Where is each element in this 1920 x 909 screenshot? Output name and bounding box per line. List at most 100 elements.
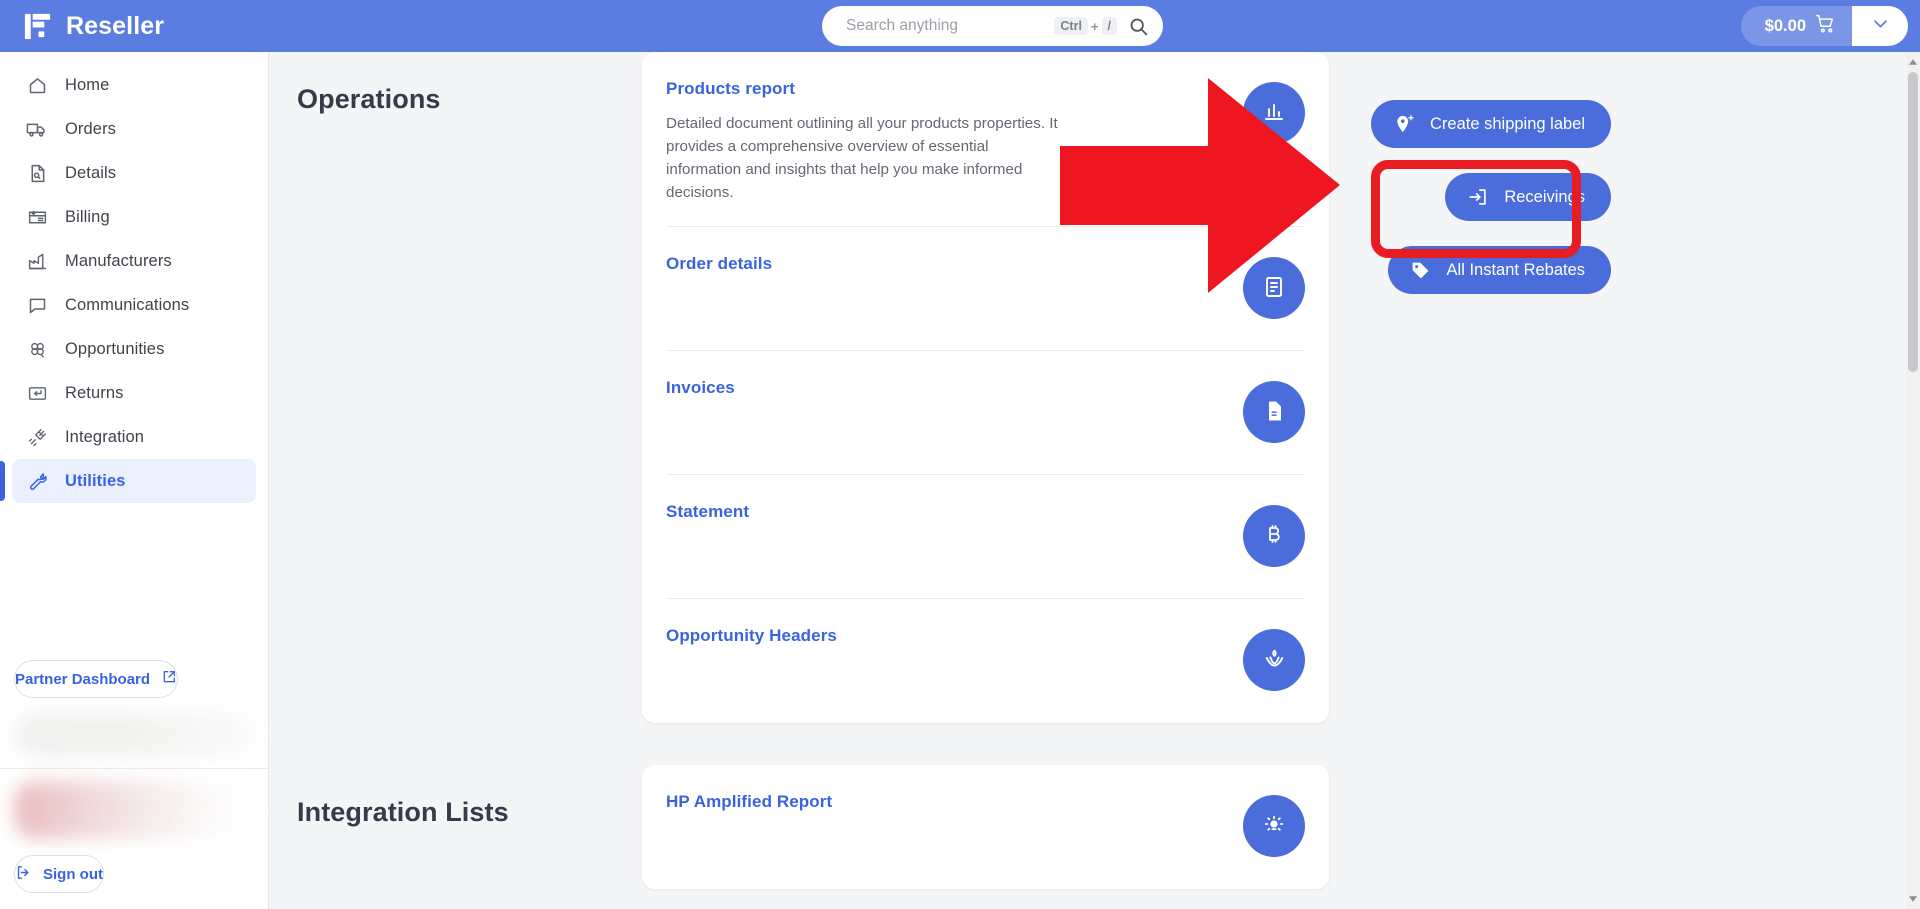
lotus-icon — [1262, 646, 1287, 674]
chevron-down-icon — [1871, 14, 1890, 38]
sidebar: Home Orders Details Billing Manufacturer… — [0, 52, 269, 909]
sidebar-item-details[interactable]: Details — [12, 151, 256, 195]
tag-icon — [1410, 259, 1432, 281]
order-details-icon-button[interactable] — [1243, 257, 1305, 319]
top-bar: Reseller Ctrl + / $0.00 — [0, 0, 1920, 52]
return-arrow-icon — [26, 382, 48, 404]
list-item[interactable]: Order details — [666, 227, 1305, 351]
scrollbar-thumb[interactable] — [1908, 72, 1918, 372]
row-text: Order details — [666, 251, 1223, 287]
action-label: Receivings — [1504, 187, 1586, 206]
sidebar-item-communications[interactable]: Communications — [12, 283, 256, 327]
sidebar-item-home[interactable]: Home — [12, 63, 256, 107]
lightbulb-icon-button[interactable] — [1243, 795, 1305, 857]
row-title[interactable]: Products report — [666, 79, 1223, 99]
receivings-icon — [1467, 186, 1489, 208]
chart-report-icon-button[interactable] — [1243, 82, 1305, 144]
row-title[interactable]: Statement — [666, 502, 1223, 522]
list-item[interactable]: Invoices — [666, 351, 1305, 475]
receipt-icon — [26, 206, 48, 228]
cart-amount: $0.00 — [1764, 16, 1806, 35]
row-title[interactable]: HP Amplified Report — [666, 792, 1223, 812]
shortcut-key-slash: / — [1101, 16, 1117, 36]
row-title[interactable]: Order details — [666, 254, 1223, 274]
list-item[interactable]: HP Amplified Report — [666, 765, 1305, 889]
invoice-document-icon-button[interactable] — [1243, 381, 1305, 443]
sidebar-item-integration[interactable]: Integration — [12, 415, 256, 459]
shopping-cart-icon — [1815, 13, 1836, 39]
search-shortcut-hint: Ctrl + / — [1054, 16, 1117, 36]
sidebar-item-opportunities[interactable]: Opportunities — [12, 327, 256, 371]
sidebar-item-utilities[interactable]: Utilities — [0, 459, 256, 503]
list-item[interactable]: Products report Detailed document outlin… — [666, 52, 1305, 227]
section-title: Operations — [297, 84, 441, 114]
section-integration-lists: Integration Lists HP Amplified Report — [269, 765, 1920, 889]
external-link-icon — [161, 669, 177, 689]
shipping-label-icon — [1393, 113, 1415, 135]
cart-dropdown-button[interactable] — [1852, 6, 1908, 46]
action-label: All Instant Rebates — [1446, 260, 1586, 279]
sidebar-item-label: Home — [65, 75, 110, 94]
brand[interactable]: Reseller — [0, 11, 269, 42]
sidebar-item-returns[interactable]: Returns — [12, 371, 256, 415]
sidebar-divider — [0, 768, 268, 769]
shortcut-plus: + — [1090, 18, 1099, 34]
search-icon[interactable] — [1127, 15, 1149, 37]
sign-out-button[interactable]: Sign out — [14, 855, 104, 893]
create-shipping-label-button[interactable]: Create shipping label — [1371, 100, 1612, 148]
bitcoin-icon-button[interactable] — [1243, 505, 1305, 567]
row-description: Detailed document outlining all your pro… — [666, 115, 1058, 201]
sidebar-item-label: Utilities — [65, 471, 126, 490]
section-title: Integration Lists — [297, 797, 509, 827]
sidebar-item-billing[interactable]: Billing — [12, 195, 256, 239]
operations-card: Products report Detailed document outlin… — [642, 52, 1329, 723]
footer-spacer — [0, 839, 268, 855]
sidebar-item-label: Details — [65, 163, 117, 182]
row-text: Statement — [666, 499, 1223, 535]
quick-actions: Create shipping label Receivings All Ins… — [1371, 100, 1612, 294]
factory-icon — [26, 250, 48, 272]
search-bar[interactable]: Ctrl + / — [822, 6, 1163, 46]
row-title[interactable]: Opportunity Headers — [666, 626, 1223, 646]
receivings-button[interactable]: Receivings — [1445, 173, 1612, 221]
truck-icon — [26, 118, 48, 140]
sidebar-footer: Partner Dashboard Sign out — [0, 660, 268, 909]
redacted-account-info — [14, 712, 254, 758]
wrench-icon — [26, 470, 48, 492]
invoice-document-icon — [1262, 399, 1286, 426]
order-details-icon — [1262, 275, 1286, 302]
sign-out-label: Sign out — [43, 865, 103, 883]
footer-bottom-spacer — [0, 893, 268, 909]
main-content: Operations Products report Detailed docu… — [269, 52, 1920, 909]
bitcoin-icon — [1262, 523, 1286, 550]
all-instant-rebates-button[interactable]: All Instant Rebates — [1387, 246, 1612, 294]
action-label: Create shipping label — [1430, 114, 1586, 133]
row-text: Products report Detailed document outlin… — [666, 76, 1223, 204]
chat-bubble-icon — [26, 294, 48, 316]
chart-report-icon — [1262, 100, 1286, 127]
sidebar-item-label: Manufacturers — [65, 251, 172, 270]
document-search-icon — [26, 162, 48, 184]
row-text: HP Amplified Report — [666, 789, 1223, 825]
partner-dashboard-label: Partner Dashboard — [15, 670, 151, 688]
list-item[interactable]: Opportunity Headers — [666, 599, 1305, 723]
row-title[interactable]: Invoices — [666, 378, 1223, 398]
sidebar-item-label: Integration — [65, 427, 145, 446]
lotus-icon-button[interactable] — [1243, 629, 1305, 691]
scroll-up-arrow-icon[interactable] — [1906, 54, 1920, 70]
home-icon — [26, 74, 48, 96]
partner-dashboard-button[interactable]: Partner Dashboard — [14, 660, 179, 698]
sidebar-item-manufacturers[interactable]: Manufacturers — [12, 239, 256, 283]
reseller-logo-icon — [22, 11, 53, 42]
cart-button[interactable]: $0.00 — [1740, 6, 1852, 46]
row-text: Invoices — [666, 375, 1223, 411]
section-operations: Operations Products report Detailed docu… — [269, 52, 1920, 723]
sidebar-item-label: Opportunities — [65, 339, 165, 358]
sidebar-item-orders[interactable]: Orders — [12, 107, 256, 151]
list-item[interactable]: Statement — [666, 475, 1305, 599]
scroll-down-arrow-icon[interactable] — [1906, 891, 1920, 907]
row-text: Opportunity Headers — [666, 623, 1223, 659]
search-input[interactable] — [846, 6, 1055, 46]
sidebar-nav-list: Home Orders Details Billing Manufacturer… — [0, 52, 268, 503]
redacted-user-profile — [14, 781, 254, 839]
